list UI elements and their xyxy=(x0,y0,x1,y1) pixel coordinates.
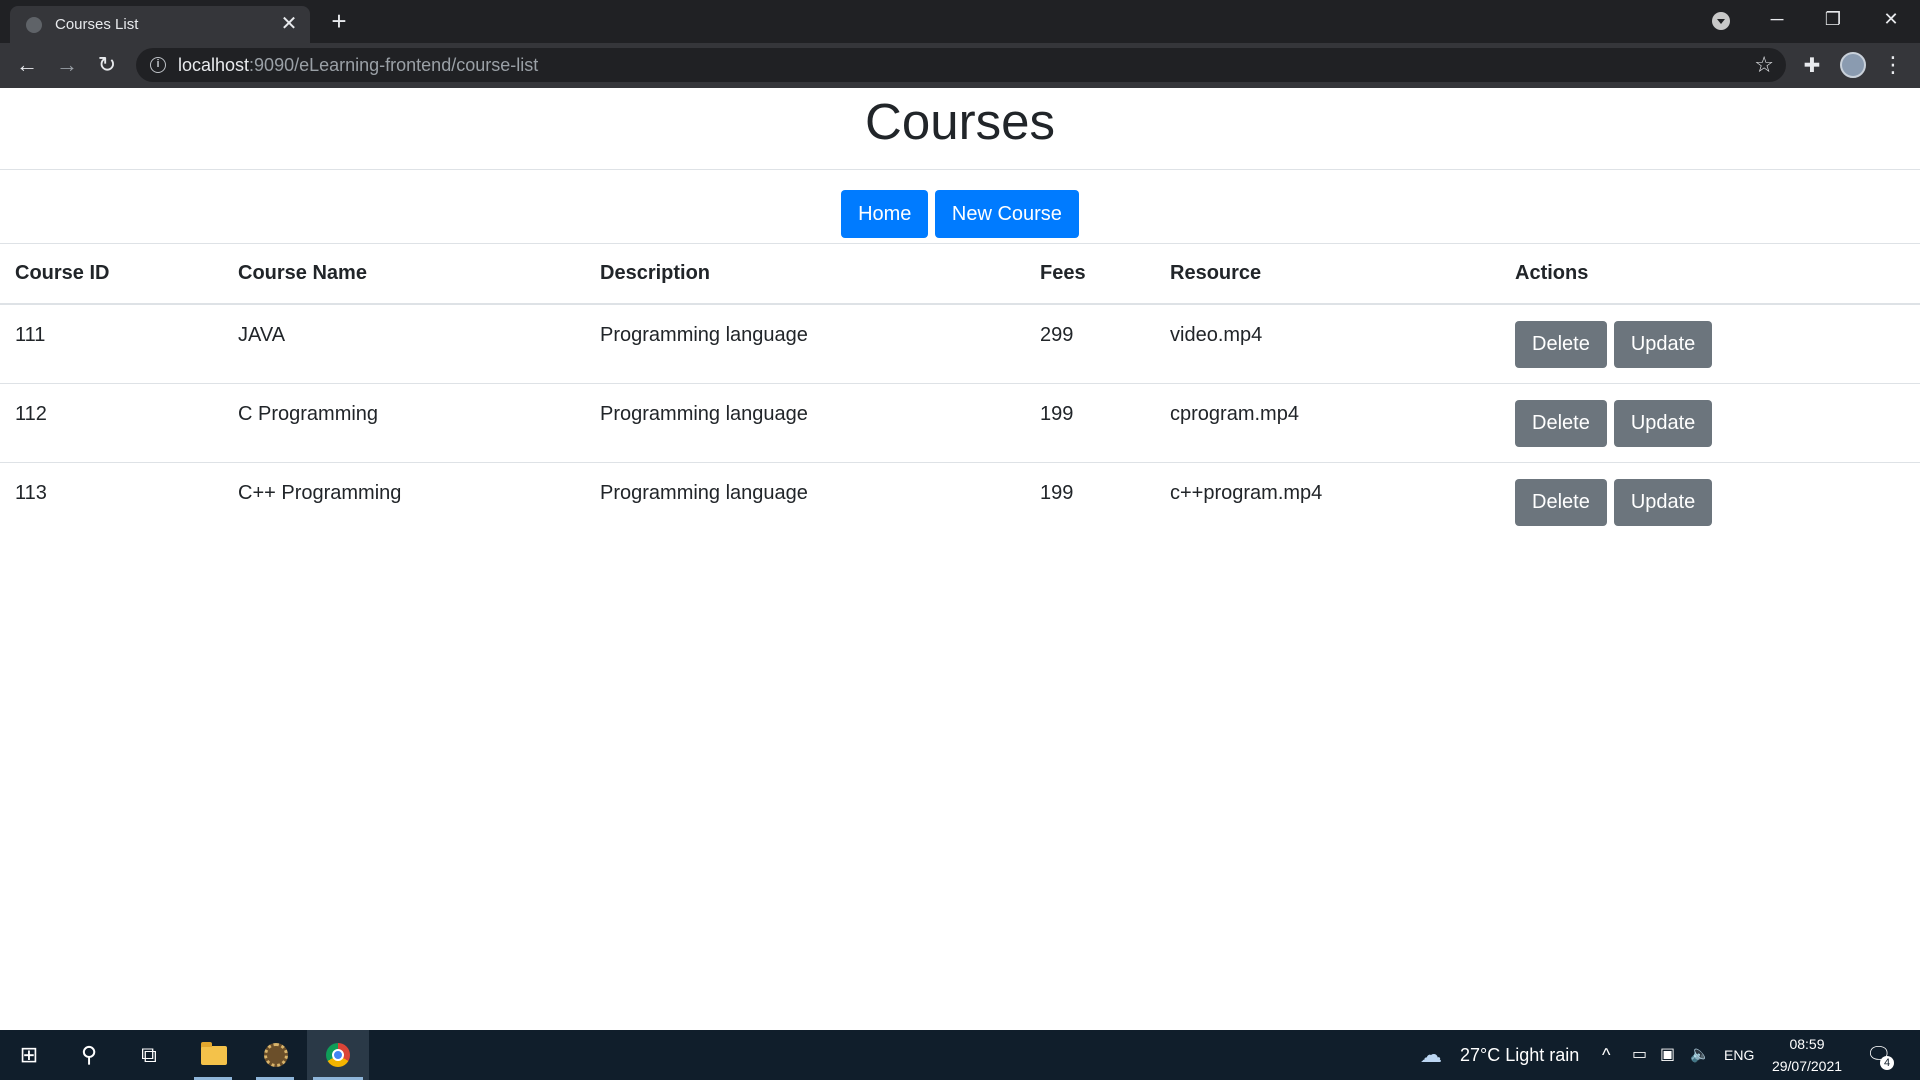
browser-chrome: Courses List ✕ + ─ ❐ ✕ ← → ↻ i localhost… xyxy=(0,0,1920,88)
update-button[interactable]: Update xyxy=(1613,321,1713,368)
column-header: Actions xyxy=(1500,244,1920,305)
task-view-icon[interactable]: ⧉ xyxy=(124,1030,174,1080)
weather-text[interactable]: 27°C Light rain xyxy=(1460,1030,1579,1080)
back-icon[interactable]: ← xyxy=(14,52,40,78)
course-description: Programming language xyxy=(585,304,1025,384)
course-name: C Programming xyxy=(223,383,585,463)
row-actions: Delete Update xyxy=(1500,304,1920,384)
clock-date[interactable]: 29/07/2021 xyxy=(1768,1058,1846,1074)
tab-search-icon[interactable] xyxy=(1712,12,1730,30)
notification-count: 4 xyxy=(1880,1056,1894,1070)
tab-title: Courses List xyxy=(55,16,139,33)
course-id: 111 xyxy=(0,304,223,384)
page-title: Courses xyxy=(865,93,1055,150)
course-fees: 199 xyxy=(1025,383,1155,463)
home-button[interactable]: Home xyxy=(841,190,929,238)
volume-icon[interactable]: 🔈 xyxy=(1690,1030,1710,1080)
course-fees: 199 xyxy=(1040,481,1074,504)
clock-time[interactable]: 08:59 xyxy=(1768,1036,1846,1052)
button-bar: Home New Course xyxy=(0,190,1920,238)
divider xyxy=(0,169,1920,170)
bookmark-star-icon[interactable]: ☆ xyxy=(1754,52,1774,78)
new-tab-icon[interactable]: + xyxy=(326,8,352,35)
tray-chevron-icon[interactable]: ^ xyxy=(1602,1030,1610,1080)
update-button[interactable]: Update xyxy=(1613,399,1713,447)
column-header: Fees xyxy=(1025,244,1155,305)
browser-tab[interactable]: Courses List ✕ xyxy=(10,6,310,43)
network-icon[interactable]: ▣ xyxy=(1660,1030,1675,1080)
notification-center-icon[interactable]: 🗨 xyxy=(1866,1030,1891,1080)
windows-start-icon[interactable]: ⊞ xyxy=(4,1030,54,1080)
chrome-icon xyxy=(326,1043,350,1067)
table-row: 112 C Programming Programming language 1… xyxy=(0,383,1920,463)
course-resource: video.mp4 xyxy=(1155,304,1500,384)
language-indicator[interactable]: ENG xyxy=(1724,1030,1754,1080)
chrome-taskbar-icon[interactable] xyxy=(307,1030,369,1080)
search-icon[interactable]: ⚲ xyxy=(64,1030,114,1080)
delete-button[interactable]: Delete xyxy=(1515,478,1607,526)
course-description: Programming language xyxy=(585,383,1025,463)
file-explorer-icon[interactable] xyxy=(188,1030,238,1080)
restore-icon[interactable]: ❐ xyxy=(1810,4,1856,34)
course-description: Programming language xyxy=(600,481,808,504)
course-id: 112 xyxy=(0,383,223,463)
course-resource: cprogram.mp4 xyxy=(1155,383,1500,463)
new-course-button[interactable]: New Course xyxy=(934,190,1079,238)
windows-taskbar: ⊞ ⚲ ⧉ ☁ 27°C Light rain ^ ▭ ▣ 🔈 ENG 08:5… xyxy=(0,1030,1920,1080)
address-bar[interactable]: i localhost:9090/eLearning-frontend/cour… xyxy=(136,48,1786,82)
update-button[interactable]: Update xyxy=(1613,478,1713,526)
battery-icon[interactable]: ▭ xyxy=(1632,1030,1647,1080)
reload-icon[interactable]: ↻ xyxy=(94,52,120,78)
url-text[interactable]: localhost:9090/eLearning-frontend/course… xyxy=(178,55,538,76)
url-host: localhost xyxy=(178,55,250,75)
row-actions: Delete Update xyxy=(1500,462,1920,541)
column-header: Course Name xyxy=(223,244,585,305)
extensions-icon[interactable]: ✚ xyxy=(1800,53,1824,77)
table-header-row: Course ID Course Name Description Fees R… xyxy=(0,244,1920,305)
gear-icon xyxy=(264,1043,288,1067)
info-icon[interactable]: i xyxy=(150,57,166,73)
minimize-icon[interactable]: ─ xyxy=(1754,4,1800,34)
column-header: Course ID xyxy=(0,244,223,305)
forward-icon[interactable]: → xyxy=(54,52,80,78)
column-header: Description xyxy=(585,244,1025,305)
page-content: Courses Home New Course Course ID Course… xyxy=(0,88,1920,1030)
column-header: Resource xyxy=(1155,244,1500,305)
table-row: 111 JAVA Programming language 299 video.… xyxy=(0,304,1920,384)
course-fees: 299 xyxy=(1025,304,1155,384)
course-resource: c++program.mp4 xyxy=(1170,481,1323,504)
course-name: C++ Programming xyxy=(238,481,402,504)
delete-button[interactable]: Delete xyxy=(1515,321,1607,368)
profile-avatar[interactable] xyxy=(1840,52,1866,78)
browser-menu-icon[interactable]: ⋮ xyxy=(1882,52,1904,78)
close-tab-icon[interactable]: ✕ xyxy=(278,13,300,35)
app-gear-icon[interactable] xyxy=(250,1030,300,1080)
table-row: 113 C++ Programming Programming language… xyxy=(0,462,1920,541)
folder-icon xyxy=(201,1042,227,1065)
row-actions: Delete Update xyxy=(1500,383,1920,463)
globe-icon xyxy=(26,17,42,33)
courses-table: Course ID Course Name Description Fees R… xyxy=(0,244,1920,541)
window-close-icon[interactable]: ✕ xyxy=(1868,4,1914,34)
course-id: 113 xyxy=(15,481,47,504)
url-path: :9090/eLearning-frontend/course-list xyxy=(249,55,539,75)
delete-button[interactable]: Delete xyxy=(1515,399,1607,447)
weather-cloud-icon[interactable]: ☁ xyxy=(1420,1030,1442,1080)
course-name: JAVA xyxy=(223,304,585,384)
tab-strip: Courses List ✕ + ─ ❐ ✕ xyxy=(0,0,1920,43)
